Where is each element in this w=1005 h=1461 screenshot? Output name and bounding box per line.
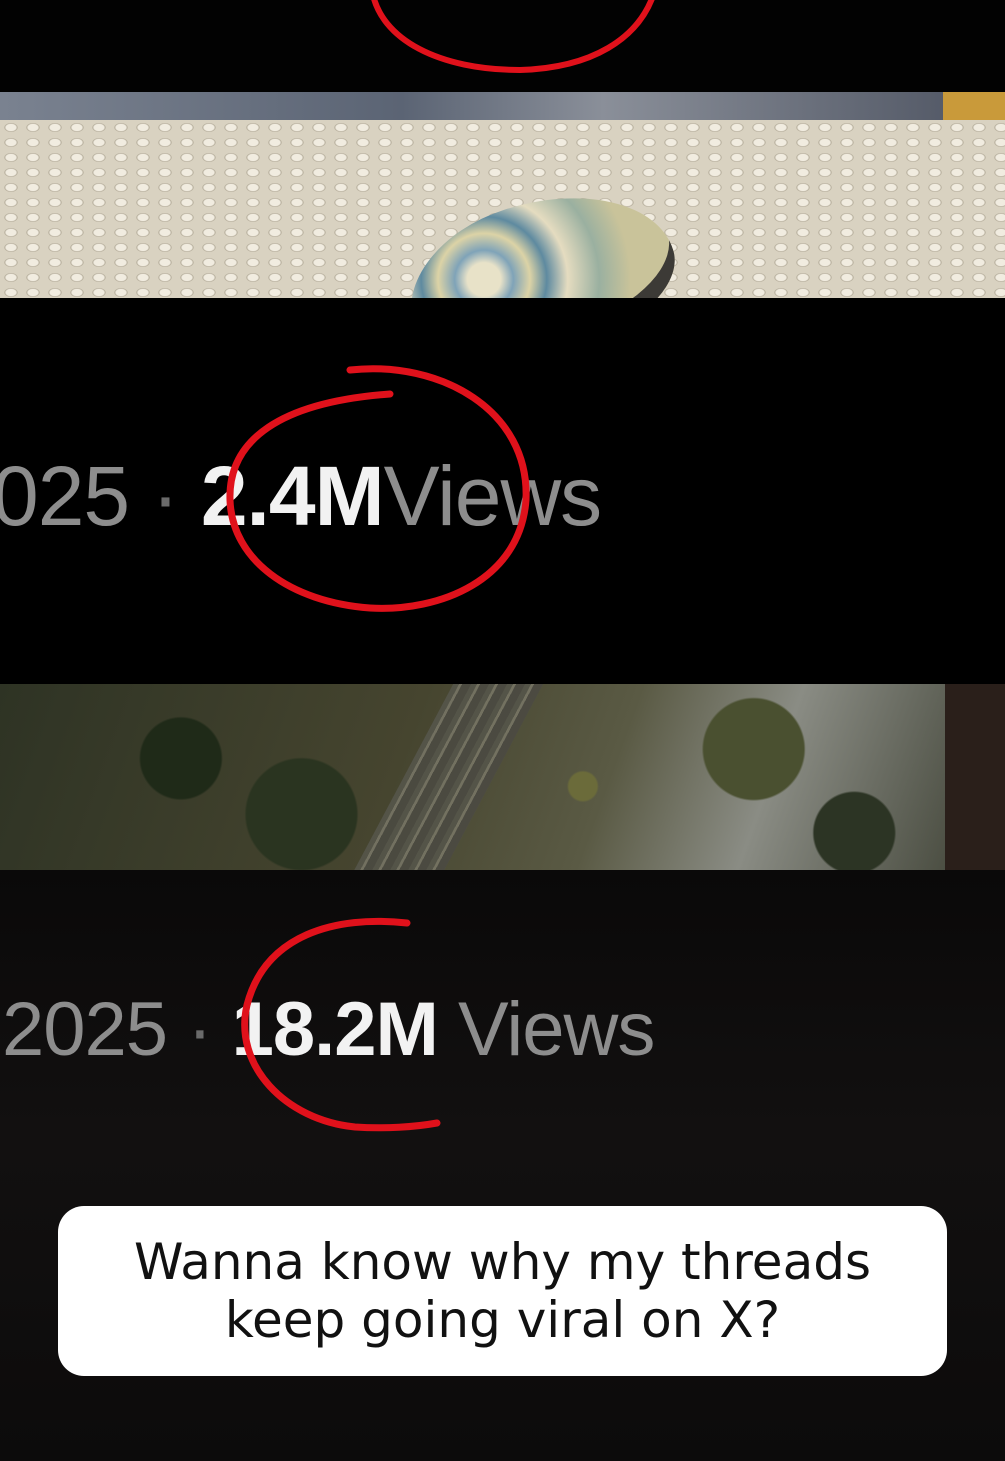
caption-bubble: Wanna know why my threads keep going vir… [58, 1206, 947, 1376]
views-count: 2.4M [200, 449, 385, 543]
post-year: 2025 [2, 987, 168, 1072]
aerial-photo [0, 684, 1005, 870]
views-count: 18.2M [231, 987, 439, 1072]
views-label: Views [383, 449, 603, 543]
top-strip [0, 0, 1005, 92]
views-label: Views [458, 987, 655, 1072]
highlight-circle-top [371, 0, 655, 74]
shoe-photo [0, 92, 1005, 298]
caption-text: Wanna know why my threads keep going vir… [73, 1233, 933, 1349]
separator-dot: · [187, 987, 212, 1072]
caption-line-2: keep going viral on X? [224, 1291, 781, 1349]
caption-line-1: Wanna know why my threads [133, 1233, 871, 1291]
post-year: 025 [0, 449, 130, 543]
separator-dot: · [151, 449, 180, 543]
photo-top-edge [0, 92, 1005, 120]
photo-right-edge [943, 92, 1005, 120]
photo-right-edge [945, 684, 1005, 870]
